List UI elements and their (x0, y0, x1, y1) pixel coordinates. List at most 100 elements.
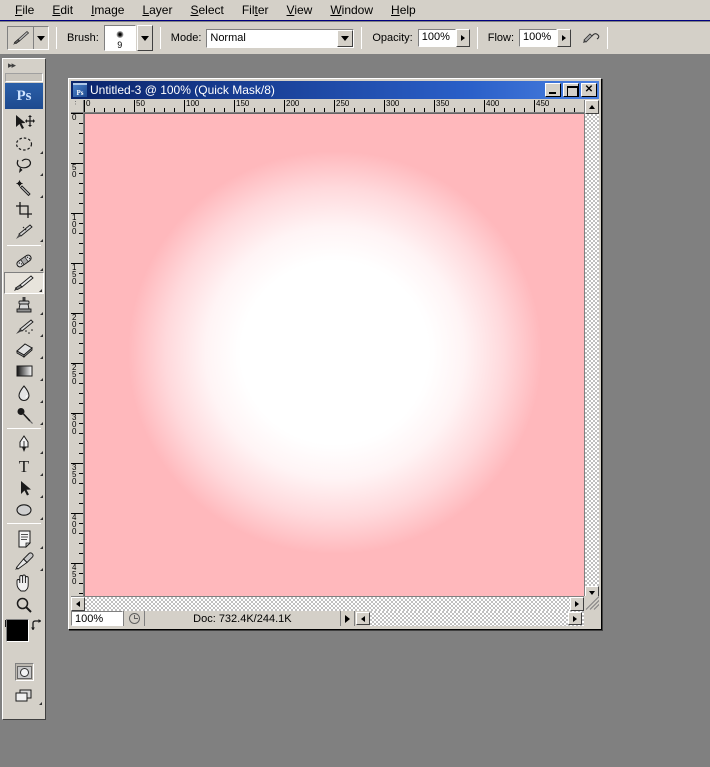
canvas-viewport[interactable] (84, 113, 584, 600)
tool-lasso[interactable] (4, 155, 44, 177)
toolbox-collapse-handle[interactable]: ▸▸ (3, 59, 45, 72)
airbrush-icon[interactable] (581, 29, 601, 47)
tool-type[interactable]: T (4, 455, 44, 477)
ruler-tick (94, 108, 95, 112)
window-resize-grip[interactable] (584, 596, 599, 611)
ruler-tick (294, 108, 295, 112)
flow-field[interactable]: 100% (519, 29, 572, 47)
ruler-tick (364, 108, 365, 112)
minimize-button[interactable] (545, 83, 561, 97)
tool-magic-wand[interactable] (4, 177, 44, 199)
opacity-field[interactable]: 100% (417, 29, 470, 47)
document-sizes-button[interactable] (123, 611, 145, 626)
ruler-tick (79, 583, 83, 584)
document-title-bar[interactable]: Ps Untitled-3 @ 100% (Quick Mask/8) ✕ (71, 81, 599, 99)
flow-value[interactable]: 100% (519, 29, 558, 47)
ruler-tick (574, 108, 575, 112)
menu-item-filter[interactable]: Filter (233, 1, 278, 20)
ruler-tick (79, 293, 83, 294)
tool-options-bar: Brush: 9 Mode: Normal Opacity: 100% Flow… (0, 22, 710, 55)
screen-mode-group[interactable] (4, 683, 44, 707)
tool-crop[interactable] (4, 199, 44, 221)
clock-icon (128, 613, 140, 624)
flyout-triangle-icon (40, 422, 43, 425)
flyout-triangle-icon (40, 356, 43, 359)
tool-elliptical-marquee[interactable] (4, 133, 44, 155)
toolbox-title-strip[interactable] (5, 73, 43, 82)
opacity-value[interactable]: 100% (417, 29, 456, 47)
ruler-label: 300 (386, 100, 400, 108)
ruler-label: 250 (336, 100, 350, 108)
image-canvas[interactable] (85, 114, 584, 600)
ruler-origin-corner[interactable]: ⋮ (71, 100, 84, 113)
ruler-tick (79, 323, 83, 324)
tool-clone-stamp[interactable] (4, 294, 44, 316)
menu-item-help[interactable]: Help (382, 1, 425, 20)
status-scroll-left-button[interactable] (355, 612, 370, 625)
opacity-slider-arrow[interactable] (455, 29, 470, 47)
tool-hand[interactable] (4, 572, 44, 594)
tool-path-selection[interactable] (4, 477, 44, 499)
tool-healing-brush[interactable] (4, 250, 44, 272)
status-bar-track[interactable] (369, 611, 584, 626)
blend-mode-select[interactable]: Normal (206, 28, 355, 48)
horizontal-scrollbar[interactable] (71, 596, 584, 611)
status-resize-grip (584, 611, 599, 626)
flow-slider-arrow[interactable] (557, 29, 572, 47)
toolbox-divider-3 (7, 523, 41, 524)
status-expand-arrow[interactable] (341, 611, 355, 626)
tool-ellipse-shape[interactable] (4, 499, 44, 521)
ruler-tick (494, 108, 495, 112)
color-swatches (4, 619, 44, 659)
maximize-button[interactable] (563, 83, 579, 97)
ruler-tick (274, 108, 275, 112)
vertical-ruler[interactable]: 0 50 100 150 200 250 300 350 400 450 (71, 113, 84, 600)
ruler-tick (204, 108, 205, 112)
tool-dodge[interactable] (4, 404, 44, 426)
ruler-tick (394, 108, 395, 112)
tool-move[interactable] (4, 111, 44, 133)
ruler-tick (79, 593, 83, 594)
tool-pen[interactable] (4, 433, 44, 455)
tool-gradient[interactable] (4, 360, 44, 382)
tool-zoom[interactable] (4, 594, 44, 616)
vertical-scrollbar[interactable] (584, 100, 599, 600)
menu-item-window[interactable]: Window (321, 1, 382, 20)
brush-picker-arrow[interactable] (136, 25, 153, 51)
scroll-right-button[interactable] (570, 597, 584, 611)
tool-brush[interactable] (4, 272, 44, 294)
menu-item-select[interactable]: Select (181, 1, 232, 20)
scroll-left-button[interactable] (71, 597, 85, 611)
tool-notes[interactable] (4, 528, 44, 550)
flyout-triangle-icon (39, 289, 42, 292)
foreground-color-swatch[interactable] (6, 619, 29, 642)
flyout-triangle-icon (40, 173, 43, 176)
menu-item-file[interactable]: File (6, 1, 43, 20)
brush-preview[interactable]: 9 (103, 25, 136, 51)
quick-mask-gradient-image (85, 114, 584, 600)
quick-mask-mode-icon[interactable] (14, 663, 34, 681)
tool-blur[interactable] (4, 382, 44, 404)
tool-preset-dropdown-arrow[interactable] (34, 27, 48, 49)
tool-preset-picker[interactable] (7, 26, 49, 50)
ruler-tick (79, 303, 83, 304)
menu-item-view[interactable]: View (278, 1, 322, 20)
ruler-tick (79, 183, 83, 184)
tool-eyedropper[interactable] (4, 550, 44, 572)
zoom-level-input[interactable]: 100% (71, 611, 123, 626)
swap-colors-icon[interactable] (30, 619, 44, 633)
ruler-tick (414, 108, 415, 112)
tool-slice[interactable] (4, 221, 44, 243)
scroll-up-button[interactable] (585, 100, 599, 114)
menu-item-image[interactable]: Image (82, 1, 133, 20)
horizontal-ruler[interactable]: 050100150200250300350400450500 (84, 100, 584, 113)
tool-eraser[interactable] (4, 338, 44, 360)
menu-bar: File Edit Image Layer Select Filter View… (0, 0, 710, 21)
blend-mode-dropdown-arrow[interactable] (337, 29, 354, 47)
status-scroll-right-button[interactable] (568, 612, 582, 625)
ruler-tick (79, 393, 83, 394)
tool-history-brush[interactable] (4, 316, 44, 338)
close-button[interactable]: ✕ (581, 83, 597, 97)
menu-item-edit[interactable]: Edit (43, 1, 82, 20)
menu-item-layer[interactable]: Layer (133, 1, 181, 20)
